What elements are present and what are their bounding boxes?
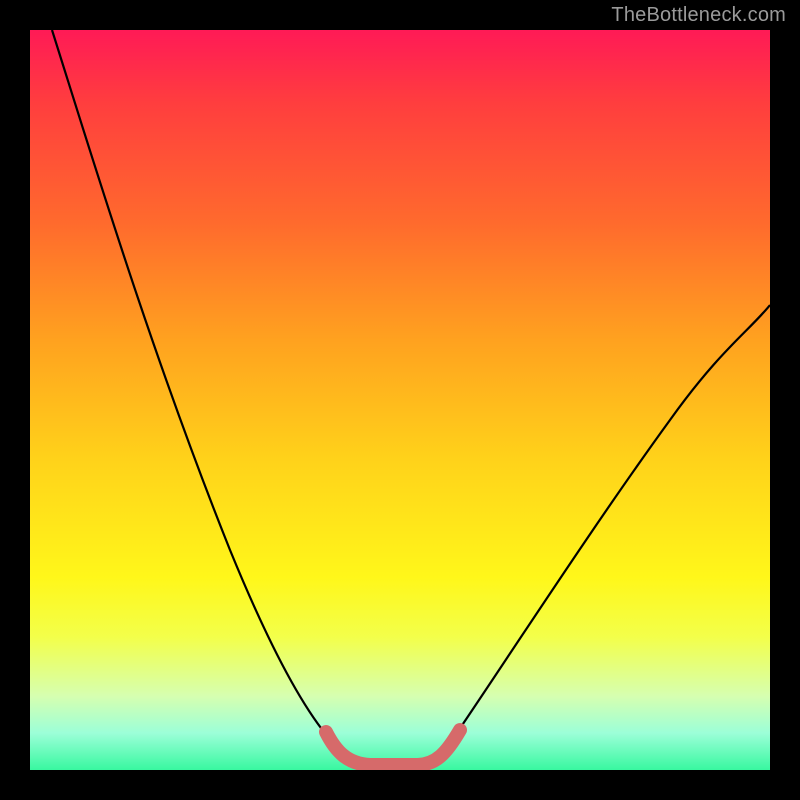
plot-area [30,30,770,770]
bottleneck-curve [30,30,770,770]
curve-left-branch [52,30,338,748]
watermark-text: TheBottleneck.com [611,4,786,27]
chart-frame: TheBottleneck.com [0,0,800,800]
curve-right-branch [448,305,770,746]
optimal-highlight [326,730,460,765]
